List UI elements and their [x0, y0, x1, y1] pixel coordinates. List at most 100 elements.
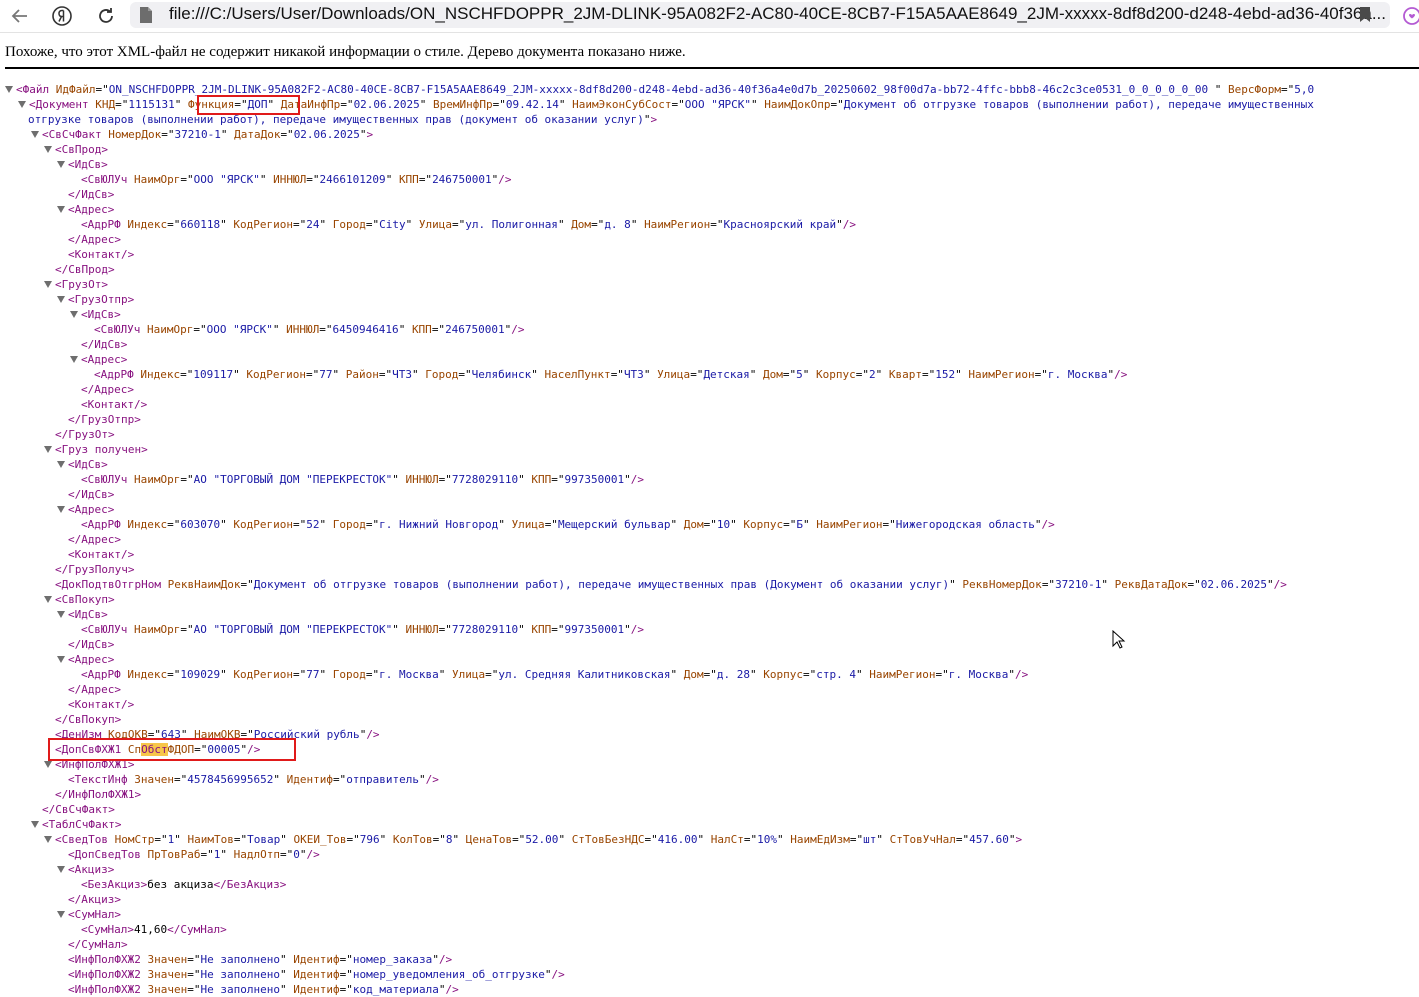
- xml-token: 246750001: [432, 173, 492, 186]
- address-bar[interactable]: file:///C:/Users/User/Downloads/ON_NSCHF…: [130, 2, 1390, 28]
- xml-line: </ИдСв>: [68, 637, 114, 652]
- xml-line: </Адрес>: [68, 232, 121, 247]
- xml-line: </Адрес>: [68, 682, 121, 697]
- xml-token: ": [531, 368, 545, 381]
- xml-token: =": [610, 368, 624, 381]
- xml-line: </ГрузОтпр>: [68, 412, 141, 427]
- reload-icon[interactable]: [93, 4, 119, 28]
- xml-token: =": [671, 98, 685, 111]
- xml-line: <БезАкциз>без акциза</БезАкциз>: [81, 877, 286, 892]
- xml-token: НадлОтп: [233, 848, 280, 861]
- xml-token: </СумНал>: [68, 938, 128, 951]
- collapse-toggle-icon[interactable]: [44, 446, 52, 453]
- xml-token: />: [498, 173, 512, 186]
- xml-token: <Документ: [29, 98, 96, 111]
- xml-token: ": [279, 983, 294, 996]
- yandex-logo-icon[interactable]: [49, 4, 75, 28]
- xml-token: =": [167, 218, 181, 231]
- xml-token: />: [1273, 578, 1287, 591]
- xml-token: =": [280, 128, 294, 141]
- xml-token: <СумНал>: [68, 908, 121, 921]
- xml-token: />: [630, 473, 644, 486]
- xml-token: ": [405, 218, 419, 231]
- xml-token: =": [319, 323, 333, 336]
- xml-token: =": [180, 368, 194, 381]
- xml-token: =": [378, 368, 393, 381]
- xml-token: </ГрузОтпр>: [68, 413, 141, 426]
- xml-token: ": [398, 323, 412, 336]
- xml-token: Не заполнено: [200, 953, 280, 966]
- xml-line: <СвЮЛУч НаимОрг="ООО "ЯРСК"" ИННЮЛ="6450…: [94, 322, 525, 337]
- collapse-toggle-icon[interactable]: [57, 206, 65, 213]
- collapse-toggle-icon[interactable]: [44, 596, 52, 603]
- xml-token: <СвЮЛУч: [81, 473, 134, 486]
- collapse-toggle-icon[interactable]: [44, 761, 52, 768]
- arrow-left-icon[interactable]: [6, 4, 32, 28]
- xml-token: 660118: [180, 218, 221, 231]
- bookmark-icon[interactable]: [1359, 6, 1371, 28]
- xml-token: 52.00: [525, 833, 559, 846]
- xml-token: Значен: [134, 773, 174, 786]
- xml-token: НаимЭконСубСост: [572, 98, 672, 111]
- xml-token: <Контакт/>: [81, 398, 148, 411]
- xml-token: НомерДок: [108, 128, 162, 141]
- xml-token: КПП: [531, 623, 552, 636]
- heart-chat-icon[interactable]: [1402, 6, 1419, 31]
- xml-token: ": [392, 473, 406, 486]
- xml-token: =": [1187, 578, 1201, 591]
- xml-token: Улица: [511, 518, 545, 531]
- xml-token: =": [703, 518, 717, 531]
- xml-token: <БезАкциз>: [81, 878, 148, 891]
- xml-line: </СвПокуп>: [55, 712, 121, 727]
- xml-token: 37210-1: [174, 128, 221, 141]
- collapse-toggle-icon[interactable]: [57, 911, 65, 918]
- collapse-toggle-icon[interactable]: [31, 131, 39, 138]
- xml-token: <ТаблСчФакт>: [42, 818, 122, 831]
- xml-token: =": [591, 218, 605, 231]
- xml-token: ": [803, 518, 817, 531]
- xml-token: КПП: [531, 473, 552, 486]
- url-text[interactable]: file:///C:/Users/User/Downloads/ON_NSCHF…: [169, 4, 1386, 24]
- xml-token: Дом: [763, 368, 783, 381]
- collapse-toggle-icon[interactable]: [57, 611, 65, 618]
- xml-token: >: [1015, 833, 1023, 846]
- collapse-toggle-icon[interactable]: [57, 461, 65, 468]
- collapse-toggle-icon[interactable]: [18, 101, 26, 108]
- xml-token: ": [624, 473, 631, 486]
- xml-token: ": [174, 833, 188, 846]
- xml-token: <СвЮЛУч: [81, 623, 134, 636]
- xml-token: =": [743, 833, 758, 846]
- xml-line: <Контакт/>: [68, 247, 134, 262]
- xml-token: Значен: [147, 983, 188, 996]
- xml-token: Документ об отгрузке товаров (выполнении…: [253, 578, 950, 591]
- collapse-toggle-icon[interactable]: [44, 281, 52, 288]
- collapse-toggle-icon[interactable]: [70, 311, 78, 318]
- xml-token: <СведТов: [55, 833, 115, 846]
- xml-token: АО "ТОРГОВЫЙ ДОМ "ПЕРЕКРЕСТОК": [193, 473, 393, 486]
- xml-token: =": [187, 953, 201, 966]
- collapse-toggle-icon[interactable]: [57, 866, 65, 873]
- xml-line: <ТаблСчФакт>: [42, 817, 121, 832]
- xml-token: Значен: [147, 968, 188, 981]
- collapse-toggle-icon[interactable]: [57, 656, 65, 663]
- xml-line: </Адрес>: [81, 382, 134, 397]
- xml-line: <СумНал>: [68, 907, 121, 922]
- xml-token: ": [392, 623, 406, 636]
- collapse-toggle-icon[interactable]: [5, 86, 13, 93]
- collapse-toggle-icon[interactable]: [57, 161, 65, 168]
- xml-token: КолТов: [392, 833, 433, 846]
- xml-token: ": [1101, 578, 1115, 591]
- collapse-toggle-icon[interactable]: [44, 146, 52, 153]
- xml-token: 10: [716, 518, 731, 531]
- xml-token: ": [259, 173, 274, 186]
- collapse-toggle-icon[interactable]: [31, 821, 39, 828]
- xml-token: Мещерский бульвар: [557, 518, 671, 531]
- xml-token: д. 8: [604, 218, 631, 231]
- collapse-toggle-icon[interactable]: [57, 506, 65, 513]
- collapse-toggle-icon[interactable]: [44, 836, 52, 843]
- xml-line: <Адрес>: [68, 202, 114, 217]
- xml-token: 997350001: [564, 473, 625, 486]
- xml-token: Дом: [683, 518, 704, 531]
- collapse-toggle-icon[interactable]: [70, 356, 78, 363]
- collapse-toggle-icon[interactable]: [57, 296, 65, 303]
